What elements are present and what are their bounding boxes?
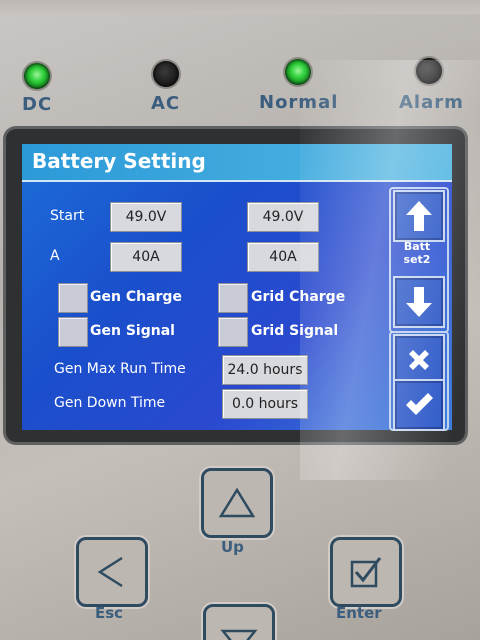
enter-key-label: Enter: [336, 604, 382, 622]
a-value-field-2[interactable]: 40A: [247, 242, 319, 272]
gen-max-run-time-field[interactable]: 24.0 hours: [222, 355, 308, 385]
enter-key[interactable]: [330, 537, 402, 607]
page-down-button[interactable]: [393, 276, 445, 328]
gen-down-time-field[interactable]: 0.0 hours: [222, 389, 308, 419]
page-up-button[interactable]: [393, 190, 445, 242]
arrow-up-icon: [406, 201, 432, 231]
page-title: Battery Setting: [32, 149, 206, 173]
up-key-label: Up: [221, 538, 244, 556]
arrow-down-icon: [406, 287, 432, 317]
check-icon: [406, 393, 433, 415]
lcd-screen: Battery Setting Start 49.0V 49.0V A 40A …: [22, 144, 452, 430]
grid-signal-label: Grid Signal: [251, 323, 339, 339]
page-indicator-line1: Batt: [403, 240, 431, 253]
gen-signal-label: Gen Signal: [90, 323, 175, 339]
ac-label: AC: [151, 93, 181, 114]
gen-charge-checkbox[interactable]: [58, 283, 88, 313]
gen-down-time-label: Gen Down Time: [54, 395, 166, 411]
panel-top-strip: [0, 0, 480, 14]
up-key[interactable]: [201, 468, 273, 538]
checkbox-check-icon: [350, 557, 382, 588]
alarm-label: Alarm: [399, 92, 464, 113]
down-key[interactable]: [203, 604, 275, 640]
title-bar: Battery Setting: [22, 144, 452, 182]
page-indicator-line2: set2: [403, 253, 431, 266]
dc-label: DC: [22, 94, 53, 115]
grid-charge-label: Grid Charge: [251, 289, 346, 305]
grid-charge-checkbox[interactable]: [218, 283, 248, 313]
page-indicator: Batt set2: [393, 240, 441, 266]
a-value-field-1[interactable]: 40A: [110, 242, 182, 272]
gen-charge-label: Gen Charge: [90, 289, 182, 305]
alarm-led-indicator: [416, 58, 442, 84]
triangle-up-icon: [218, 487, 256, 518]
start-value-field-1[interactable]: 49.0V: [110, 202, 182, 232]
triangle-down-icon: [220, 629, 258, 640]
start-value-field-2[interactable]: 49.0V: [247, 202, 319, 232]
esc-key[interactable]: [76, 537, 148, 607]
dc-led-indicator: [24, 63, 50, 89]
normal-led-indicator: [285, 59, 311, 85]
normal-label: Normal: [259, 92, 339, 113]
x-icon: [409, 350, 429, 370]
esc-key-label: Esc: [95, 604, 124, 622]
gen-max-run-time-label: Gen Max Run Time: [54, 361, 186, 377]
gen-signal-checkbox[interactable]: [58, 317, 88, 347]
a-label: A: [50, 248, 60, 264]
confirm-button[interactable]: [393, 379, 445, 431]
ac-led-indicator: [153, 61, 179, 87]
start-label: Start: [50, 208, 85, 224]
chevron-left-icon: [97, 556, 123, 588]
grid-signal-checkbox[interactable]: [218, 317, 248, 347]
